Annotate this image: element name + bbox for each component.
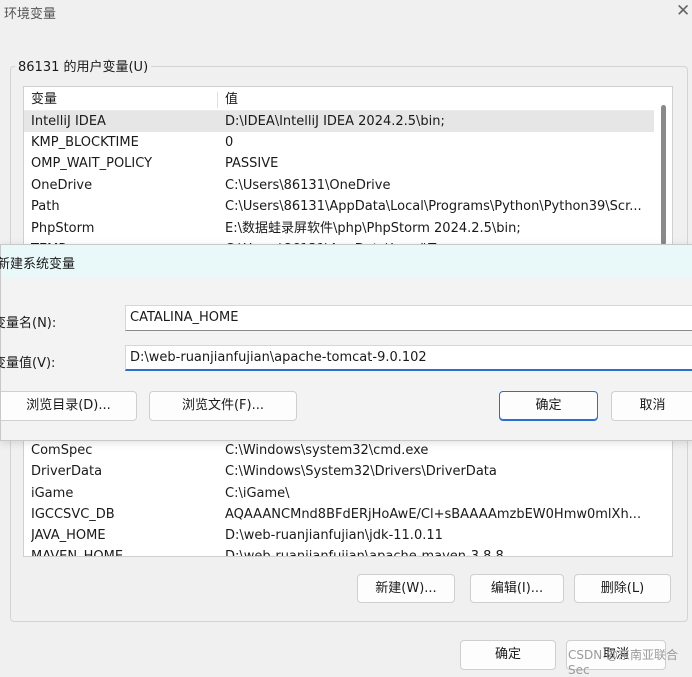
system-vars-list[interactable]: ComSpec C:\Windows\system32\cmd.exe Driv… [23, 436, 673, 557]
variable-value: D:\IDEA\IntelliJ IDEA 2024.2.5\bin; [225, 114, 445, 129]
list-header: 变量 值 [24, 89, 654, 111]
system-vars-scrollbar[interactable] [661, 436, 666, 552]
variable-name: PhpStorm [31, 221, 95, 236]
new-system-variable-dialog: 新建系统变量 变量名(N): CATALINA_HOME 变量值(V): D:\… [0, 244, 692, 441]
dialog-cancel-button[interactable]: 取消 [611, 391, 692, 421]
variable-name: IGCCSVC_DB [31, 507, 115, 522]
variable-value: 0 [225, 135, 234, 150]
column-header-variable[interactable]: 变量 [31, 89, 217, 110]
variable-value: C:\Windows\system32\cmd.exe [225, 443, 429, 458]
variable-value-label: 变量值(V): [0, 356, 56, 371]
table-row[interactable]: OMP_WAIT_POLICY PASSIVE [24, 153, 654, 174]
dialog-titlebar[interactable]: 新建系统变量 [0, 245, 692, 278]
watermark: CSDN @东南亚联合Sec [568, 648, 679, 677]
table-row[interactable]: DriverData C:\Windows\System32\Drivers\D… [24, 461, 654, 482]
table-row[interactable]: OneDrive C:\Users\86131\OneDrive [24, 175, 654, 196]
close-icon[interactable]: ✕ [676, 2, 690, 20]
variable-value-input[interactable]: D:\web-ruanjianfujian\apache-tomcat-9.0.… [125, 345, 692, 371]
table-row[interactable]: JAVA_HOME D:\web-ruanjianfujian\jdk-11.0… [24, 525, 654, 546]
ok-button[interactable]: 确定 [460, 640, 556, 670]
table-row[interactable]: MAVEN_HOME D:\web-ruanjianfujian\apache-… [24, 546, 654, 556]
user-vars-list[interactable]: 变量 值 IntelliJ IDEA D:\IDEA\IntelliJ IDEA… [23, 86, 673, 257]
table-row[interactable]: IGCCSVC_DB AQAAANCMnd8BFdERjHoAwE/Cl+sBA… [24, 504, 654, 525]
variable-value: C:\iGame\ [225, 486, 290, 501]
browse-file-button[interactable]: 浏览文件(F)... [149, 391, 297, 421]
browse-directory-button[interactable]: 浏览目录(D)... [1, 391, 137, 421]
variable-name: ComSpec [31, 443, 93, 458]
variable-name-input[interactable]: CATALINA_HOME [125, 305, 692, 331]
variable-name: OMP_WAIT_POLICY [31, 156, 153, 171]
column-header-value[interactable]: 值 [225, 89, 651, 110]
variable-value: C:\Windows\System32\Drivers\DriverData [225, 464, 497, 479]
edit-variable-button[interactable]: 编辑(I)... [470, 574, 564, 603]
variable-name: KMP_BLOCKTIME [31, 135, 139, 150]
variable-value: PASSIVE [225, 156, 279, 171]
dialog-title: 新建系统变量 [0, 257, 76, 272]
variable-value: C:\Users\86131\AppData\Local\Programs\Py… [225, 199, 642, 214]
scrollbar-thumb[interactable] [661, 105, 666, 245]
variable-name: OneDrive [31, 178, 93, 193]
user-vars-group-label: 86131 的用户变量(U) [15, 56, 152, 75]
user-vars-scrollbar[interactable] [661, 103, 666, 249]
variable-name: IntelliJ IDEA [31, 114, 106, 129]
variable-name: MAVEN_HOME [31, 546, 217, 556]
variable-value: C:\Users\86131\OneDrive [225, 178, 391, 193]
dialog-ok-button[interactable]: 确定 [499, 391, 598, 421]
variable-name-label: 变量名(N): [0, 316, 57, 331]
variable-value: D:\web-ruanjianfujian\apache-maven-3.8.8 [225, 546, 651, 556]
variable-name: Path [31, 199, 60, 214]
delete-variable-button[interactable]: 删除(L) [574, 574, 671, 603]
table-row[interactable]: IntelliJ IDEA D:\IDEA\IntelliJ IDEA 2024… [24, 111, 654, 132]
table-row[interactable]: ComSpec C:\Windows\system32\cmd.exe [24, 440, 654, 461]
variable-value: AQAAANCMnd8BFdERjHoAwE/Cl+sBAAAAmzbEW0Hm… [225, 507, 642, 522]
table-row[interactable]: Path C:\Users\86131\AppData\Local\Progra… [24, 196, 654, 217]
variable-value: E:\数据蛙录屏软件\php\PhpStorm 2024.2.5\bin; [225, 221, 521, 236]
variable-value: D:\web-ruanjianfujian\jdk-11.0.11 [225, 528, 443, 543]
table-row[interactable]: KMP_BLOCKTIME 0 [24, 132, 654, 153]
window-title: 环境变量 [4, 7, 57, 22]
variable-name: iGame [31, 486, 74, 501]
column-divider[interactable] [217, 92, 218, 108]
variable-name: DriverData [31, 464, 103, 479]
table-row[interactable]: PhpStorm E:\数据蛙录屏软件\php\PhpStorm 2024.2.… [24, 218, 654, 239]
table-row[interactable]: iGame C:\iGame\ [24, 483, 654, 504]
new-variable-button[interactable]: 新建(W)... [357, 574, 455, 603]
variable-name: JAVA_HOME [31, 528, 106, 543]
